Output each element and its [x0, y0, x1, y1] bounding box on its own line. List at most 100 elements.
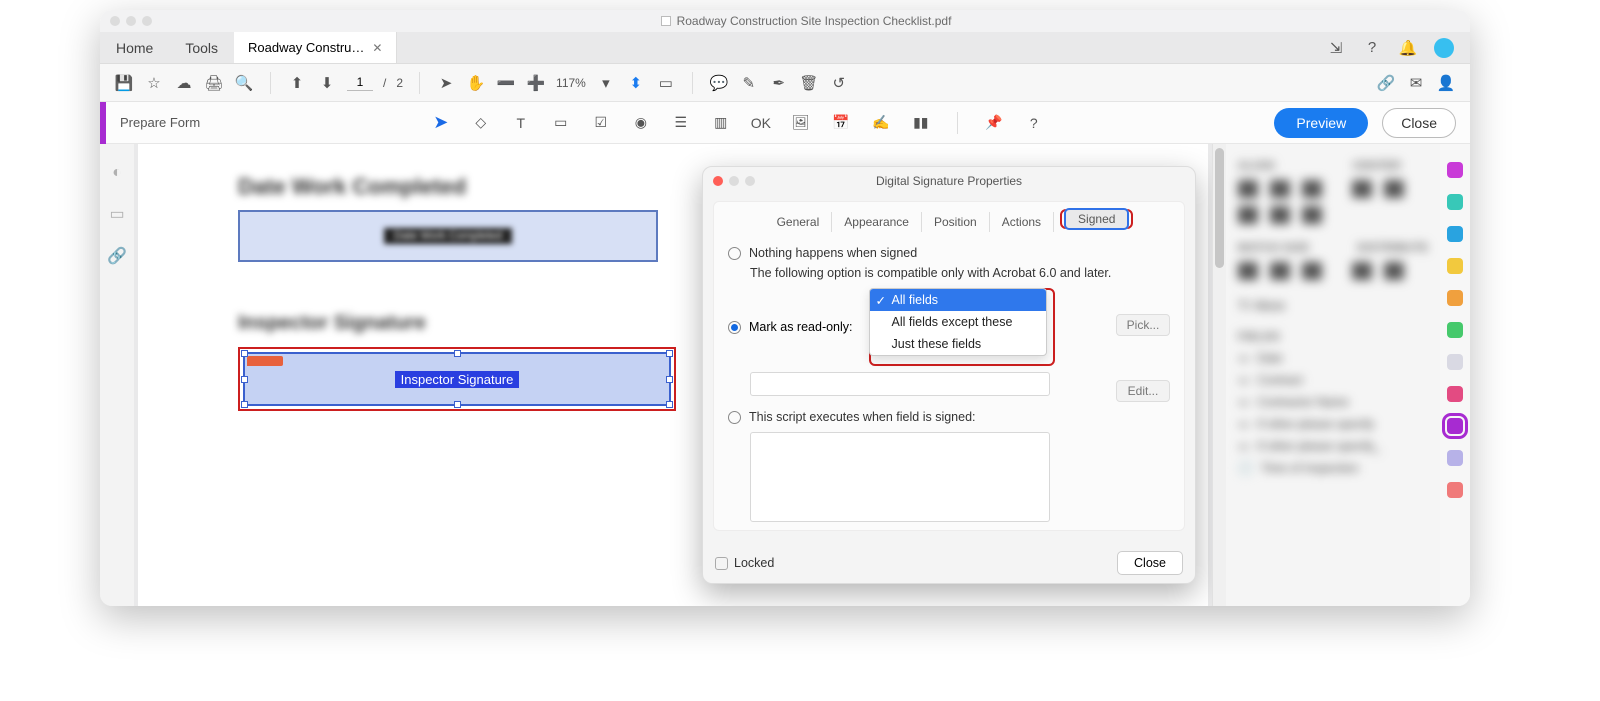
ribbon-icon[interactable] — [1447, 482, 1463, 498]
field-item[interactable]: ▭Contract — [1238, 373, 1458, 387]
trash-icon[interactable]: 🗑 — [799, 73, 819, 93]
tab-home[interactable]: Home — [100, 32, 169, 63]
text-icon[interactable]: T — [511, 113, 531, 133]
dropdown-icon[interactable]: ▥ — [711, 113, 731, 133]
tab-general[interactable]: General — [765, 212, 833, 232]
readonly-fields-box[interactable] — [750, 372, 1050, 396]
signature-icon[interactable]: ✍ — [871, 113, 891, 133]
bell-icon[interactable]: 🔔 — [1398, 38, 1418, 58]
align-header: ALIGN — [1238, 160, 1275, 172]
ribbon-icon[interactable] — [1447, 354, 1463, 370]
dialog-close-button[interactable]: Close — [1117, 551, 1183, 575]
date-icon[interactable]: 📅 — [831, 113, 851, 133]
radio-nothing[interactable] — [728, 247, 741, 260]
ribbon-icon[interactable] — [1447, 194, 1463, 210]
page-total: 2 — [396, 76, 403, 90]
fit-width-icon[interactable]: ⬍ — [626, 73, 646, 93]
close-prepare-button[interactable]: Close — [1382, 108, 1456, 138]
tab-actions[interactable]: Actions — [990, 212, 1054, 232]
readonly-opt-except[interactable]: All fields except these — [870, 311, 1046, 333]
zoom-label[interactable]: 117% — [556, 76, 586, 90]
page-down-icon[interactable]: ⬇ — [317, 73, 337, 93]
cloud-upload-icon[interactable]: ☁ — [174, 73, 194, 93]
image-icon[interactable]: 🖼 — [791, 113, 811, 133]
field-item[interactable]: ▭If other please specify — [1238, 417, 1458, 431]
undo-icon[interactable]: ↺ — [829, 73, 849, 93]
zoom-in-icon[interactable]: ➕ — [526, 73, 546, 93]
help2-icon[interactable]: ? — [1024, 113, 1044, 133]
comment-icon[interactable]: 💬 — [709, 73, 729, 93]
ribbon-icon[interactable] — [1447, 386, 1463, 402]
tab-signed[interactable]: Signed — [1064, 208, 1129, 230]
edit-button[interactable]: Edit... — [1116, 380, 1170, 402]
zoom-out-icon[interactable]: ➖ — [496, 73, 516, 93]
ribbon-icon[interactable] — [1447, 258, 1463, 274]
signature-field-selection[interactable]: Inspector Signature — [238, 347, 676, 411]
listbox-icon[interactable]: ☰ — [671, 113, 691, 133]
locked-checkbox[interactable]: Locked — [715, 556, 774, 570]
select-icon[interactable]: ➤ — [436, 73, 456, 93]
radio-readonly[interactable] — [728, 321, 741, 334]
dialog-titlebar[interactable]: Digital Signature Properties — [703, 167, 1195, 195]
prepare-accent — [100, 102, 106, 144]
left-spine: ◐ ▭ 🔗 — [100, 144, 134, 606]
star-icon[interactable]: ☆ — [144, 73, 164, 93]
signature-field[interactable]: Inspector Signature — [243, 352, 671, 406]
account-icon[interactable]: 👤 — [1436, 73, 1456, 93]
mail-icon[interactable]: ✉ — [1406, 73, 1426, 93]
avatar[interactable] — [1434, 38, 1454, 58]
radio-script[interactable] — [728, 411, 741, 424]
ribbon-icon-active[interactable] — [1447, 418, 1463, 434]
readonly-dropdown[interactable]: All fields All fields except these Just … — [869, 288, 1047, 356]
ribbon-icon[interactable] — [1447, 450, 1463, 466]
ribbon-icon[interactable] — [1447, 322, 1463, 338]
script-box[interactable] — [750, 432, 1050, 522]
link-icon[interactable]: 🔗 — [1376, 73, 1396, 93]
tab-appearance[interactable]: Appearance — [832, 212, 922, 232]
readonly-opt-all[interactable]: All fields — [870, 289, 1046, 311]
field-item[interactable]: 🕘Time of Inspection — [1238, 461, 1458, 475]
spine-icon[interactable]: ▭ — [109, 204, 124, 224]
pick-button[interactable]: Pick... — [1116, 314, 1170, 336]
spine-icon[interactable]: 🔗 — [107, 246, 127, 266]
hand-icon[interactable]: ✋ — [466, 73, 486, 93]
close-icon[interactable]: ✕ — [372, 41, 382, 55]
ribbon-icon[interactable] — [1447, 290, 1463, 306]
tab-position[interactable]: Position — [922, 212, 990, 232]
button-icon[interactable]: OK — [751, 113, 771, 133]
print-icon[interactable]: 🖨 — [204, 73, 224, 93]
ribbon-icon[interactable] — [1447, 162, 1463, 178]
field-item[interactable]: ▭Date — [1238, 351, 1458, 365]
more-row[interactable]: Tт More — [1238, 298, 1458, 313]
tab-tools[interactable]: Tools — [169, 32, 234, 63]
checkbox-icon[interactable]: ☑ — [591, 113, 611, 133]
pin-icon[interactable]: 📌 — [984, 113, 1004, 133]
ribbon-icon[interactable] — [1447, 226, 1463, 242]
field-item[interactable]: ▭If other please specify_ — [1238, 439, 1458, 453]
save-icon[interactable]: 💾 — [114, 73, 134, 93]
fit-page-icon[interactable]: ▭ — [656, 73, 676, 93]
device-icon[interactable]: ⇲ — [1326, 38, 1346, 58]
document-canvas[interactable]: Date Work Completed Date Work Completed … — [138, 144, 1208, 606]
spine-icon[interactable]: ◐ — [112, 164, 122, 182]
chevron-down-icon[interactable]: ▾ — [596, 73, 616, 93]
search-icon[interactable]: 🔍 — [234, 73, 254, 93]
highlight-icon[interactable]: ✎ — [739, 73, 759, 93]
page-input[interactable] — [347, 74, 373, 91]
vertical-scrollbar[interactable] — [1212, 144, 1226, 606]
barcode-icon[interactable]: ▮▮ — [911, 113, 931, 133]
date-field[interactable]: Date Work Completed — [238, 210, 658, 262]
preview-button[interactable]: Preview — [1274, 108, 1368, 138]
select-tool-icon[interactable]: ➤ — [431, 113, 451, 133]
sign-icon[interactable]: ✒ — [769, 73, 789, 93]
prepare-form-bar: Prepare Form ➤ ◇ T ▭ ☑ ◉ ☰ ▥ OK 🖼 📅 ✍ ▮▮… — [100, 102, 1470, 144]
textfield-icon[interactable]: ▭ — [551, 113, 571, 133]
tab-document[interactable]: Roadway Constru… ✕ — [234, 32, 397, 63]
readonly-opt-just[interactable]: Just these fields — [870, 333, 1046, 355]
traffic-lights[interactable] — [110, 16, 152, 26]
radio-icon[interactable]: ◉ — [631, 113, 651, 133]
help-icon[interactable]: ? — [1362, 38, 1382, 58]
tag-icon[interactable]: ◇ — [471, 113, 491, 133]
field-item[interactable]: ▭Contractor Name — [1238, 395, 1458, 409]
page-up-icon[interactable]: ⬆ — [287, 73, 307, 93]
